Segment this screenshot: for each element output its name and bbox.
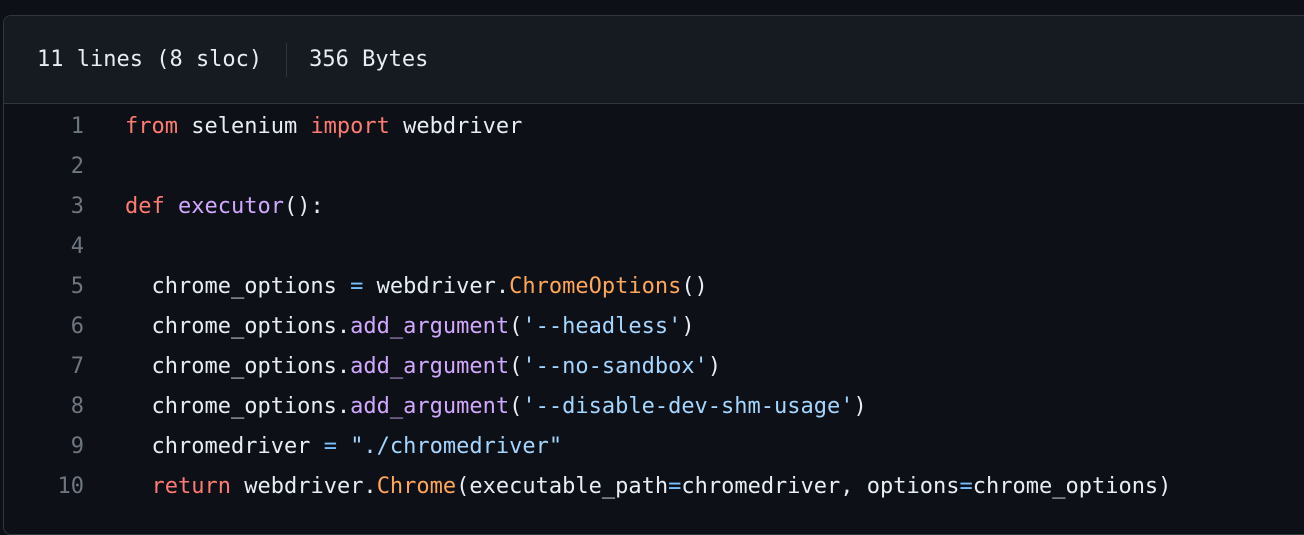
code-token: chrome_options) [972, 474, 1172, 499]
line-content: chrome_options.add_argument('--no-sandbo… [84, 347, 721, 387]
line-count-info: 11 lines (8 sloc) [37, 47, 263, 72]
code-token: webdriver [389, 114, 523, 139]
line-content: chromedriver = "./chromedriver" [84, 427, 562, 467]
code-token: chrome_options. [125, 354, 351, 379]
line-content: return webdriver.Chrome(executable_path=… [84, 467, 1172, 507]
code-token: ( [509, 354, 523, 379]
line-number[interactable]: 5 [4, 267, 84, 307]
code-token: = [668, 474, 682, 499]
code-token: webdriver. [230, 474, 377, 499]
code-token: '--headless' [522, 314, 682, 339]
line-number[interactable]: 9 [4, 427, 84, 467]
code-token: add_argument [350, 354, 510, 379]
code-token: chromedriver [125, 434, 324, 459]
code-block: 1 from selenium import webdriver 2 3 def exe… [4, 105, 1304, 507]
code-token: return [151, 474, 231, 499]
code-token: = [350, 274, 364, 299]
code-line: 10 return webdriver.Chrome(executable_pa… [4, 467, 1304, 507]
code-token: ) [681, 314, 695, 339]
line-number[interactable]: 1 [4, 107, 84, 147]
code-token: from [125, 114, 178, 139]
file-viewer: 11 lines (8 sloc) 356 Bytes 1 from seleni… [3, 15, 1304, 535]
code-line: 8 chrome_options.add_argument('--disable… [4, 387, 1304, 427]
line-number[interactable]: 6 [4, 307, 84, 347]
code-token: add_argument [350, 314, 510, 339]
code-line: 2 [4, 147, 1304, 187]
code-token: (executable_path [456, 474, 669, 499]
code-token: chrome_options [125, 274, 351, 299]
line-number[interactable]: 10 [4, 467, 85, 507]
code-token: ( [509, 394, 523, 419]
line-number[interactable]: 8 [4, 387, 84, 427]
code-token: = [323, 434, 337, 459]
code-line: 5 chrome_options = webdriver.ChromeOptio… [4, 267, 1304, 307]
code-line: 1 from selenium import webdriver [4, 107, 1304, 147]
code-line: 7 chrome_options.add_argument('--no-sand… [4, 347, 1304, 387]
line-content: def executor(): [84, 187, 324, 227]
code-line: 6 chrome_options.add_argument('--headles… [4, 307, 1304, 347]
code-token: add_argument [350, 394, 510, 419]
header-divider [286, 42, 288, 77]
code-token: webdriver. [363, 274, 510, 299]
code-token: "./chromedriver" [350, 434, 563, 459]
code-token: executor [178, 194, 284, 219]
code-token: chrome_options. [125, 314, 351, 339]
line-content: chrome_options = webdriver.ChromeOptions… [84, 267, 708, 307]
code-token: selenium [177, 114, 311, 139]
code-token: ) [853, 394, 867, 419]
code-token: import [310, 114, 390, 139]
code-line: 9 chromedriver = "./chromedriver" [4, 427, 1304, 467]
code-token: chromedriver, options [681, 474, 960, 499]
code-line: 4 [4, 227, 1304, 267]
code-token: (): [283, 194, 324, 219]
line-content [84, 227, 125, 267]
code-token: Chrome [376, 474, 457, 499]
line-number[interactable]: 2 [4, 147, 84, 187]
code-token: ( [509, 314, 523, 339]
code-token: ) [707, 354, 722, 379]
line-content: from selenium import webdriver [84, 107, 522, 147]
code-token: = [959, 474, 973, 499]
line-number[interactable]: 3 [4, 187, 84, 227]
line-number[interactable]: 7 [4, 347, 84, 387]
code-line: 3 def executor(): [4, 187, 1304, 227]
line-content [84, 147, 125, 187]
code-token: '--disable-dev-shm-usage' [522, 394, 854, 419]
file-size-info: 356 Bytes [309, 47, 429, 72]
file-header: 11 lines (8 sloc) 356 Bytes [4, 16, 1304, 104]
code-token: chrome_options. [125, 394, 351, 419]
code-token: () [681, 274, 708, 299]
code-token: '--no-sandbox' [522, 354, 708, 379]
code-token: ChromeOptions [509, 274, 682, 299]
line-content: chrome_options.add_argument('--disable-d… [84, 387, 867, 427]
line-number[interactable]: 4 [4, 227, 84, 267]
code-token: def [125, 194, 165, 219]
line-content: chrome_options.add_argument('--headless'… [84, 307, 695, 347]
